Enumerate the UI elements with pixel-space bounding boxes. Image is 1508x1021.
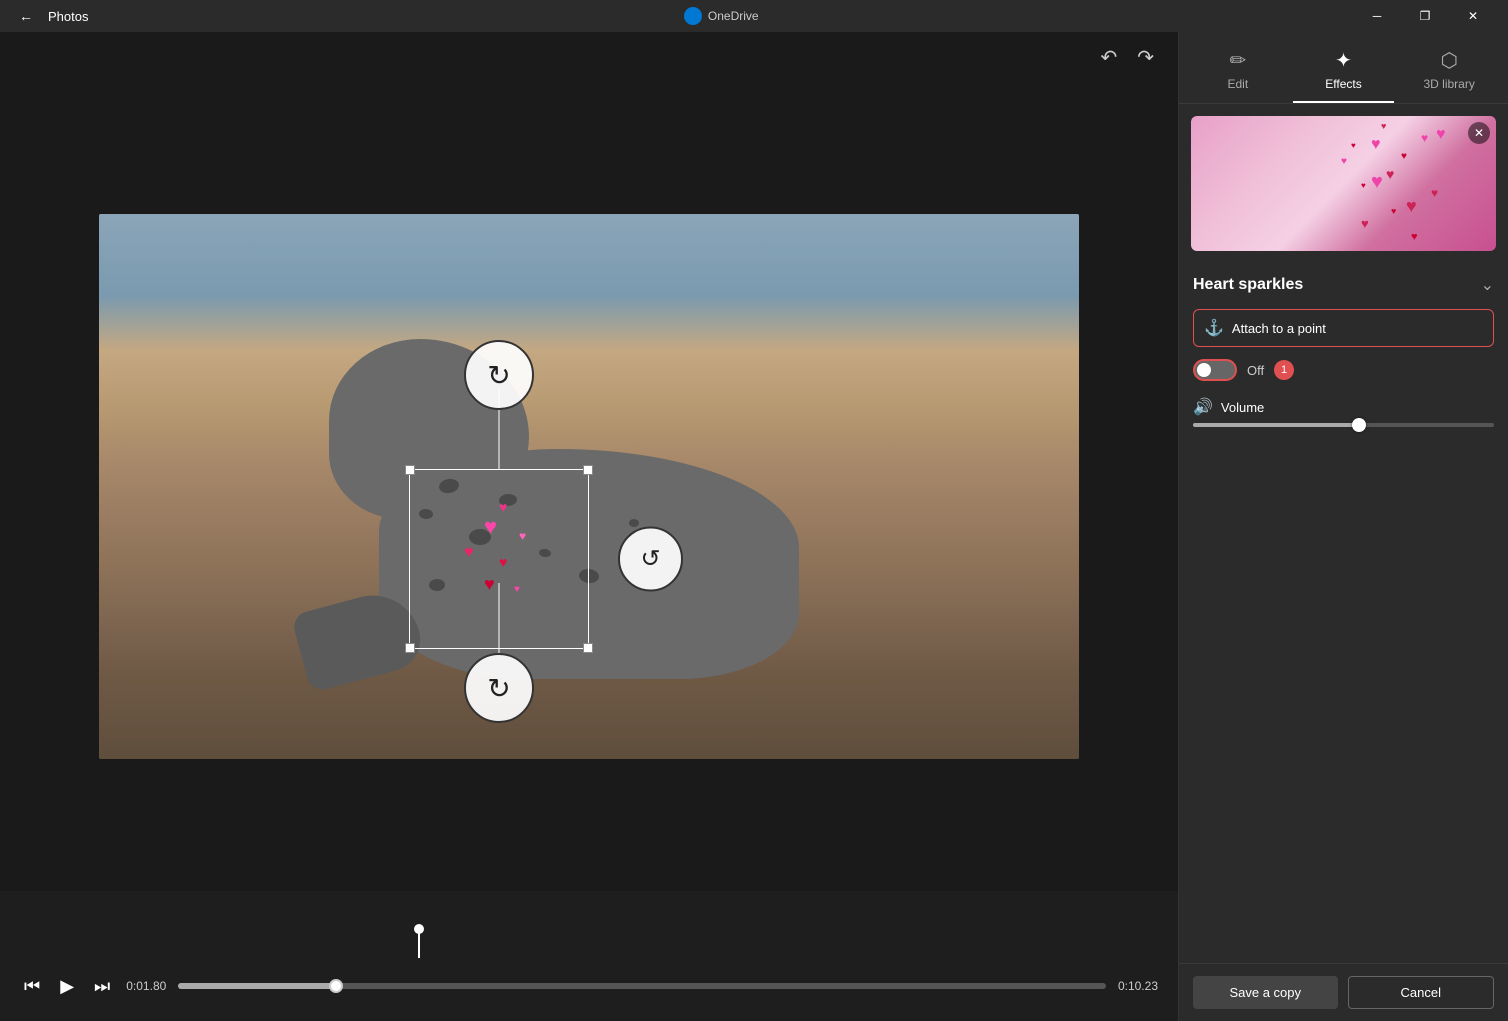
video-area: ↶ ↷ (0, 32, 1178, 1021)
back-button[interactable]: ← (12, 2, 40, 30)
effect-controls: Heart sparkles ⌄ ⚓ Attach to a point Off… (1179, 263, 1508, 439)
skip-back-button[interactable]: ⏮ (20, 972, 44, 1001)
handle-top-right[interactable] (583, 465, 593, 475)
attach-row[interactable]: ⚓ Attach to a point (1193, 309, 1494, 347)
playback-row: ⏮ ▶ ⏭ 0:01.80 0:10.23 (20, 966, 1158, 1006)
volume-slider[interactable] (1193, 423, 1494, 427)
effect-header: Heart sparkles ⌄ (1193, 275, 1494, 295)
restore-button[interactable]: ❐ (1402, 0, 1448, 32)
close-button[interactable]: ✕ (1450, 0, 1496, 32)
controls-area: ⏮ ▶ ⏭ 0:01.80 0:10.23 (0, 891, 1178, 1021)
handle-bottom-left[interactable] (405, 643, 415, 653)
total-time: 0:10.23 (1118, 979, 1158, 993)
rotate-handle-bottom[interactable]: ↻ (464, 653, 534, 723)
tab-3d-label: 3D library (1424, 77, 1475, 91)
effects-icon: ✦ (1335, 48, 1352, 73)
volume-label-row: 🔊 Volume (1193, 397, 1494, 417)
panel-footer: Save a copy Cancel (1179, 963, 1508, 1021)
bottom-line (499, 583, 500, 653)
next-frame-button[interactable]: ⏭ (90, 972, 114, 1001)
cancel-button[interactable]: Cancel (1348, 976, 1495, 1009)
progress-bar[interactable] (178, 983, 1106, 989)
volume-fill (1193, 423, 1359, 427)
tab-edit-label: Edit (1227, 77, 1248, 91)
effect-close-button[interactable]: ✕ (1468, 122, 1490, 144)
redo-button[interactable]: ↷ (1133, 41, 1158, 74)
edit-icon: ✏ (1229, 48, 1246, 73)
minimize-button[interactable]: ─ (1354, 0, 1400, 32)
tab-effects-label: Effects (1325, 77, 1361, 91)
timeline-marker (418, 930, 420, 958)
onedrive-icon (684, 7, 702, 25)
undo-button[interactable]: ↶ (1096, 41, 1121, 74)
progress-thumb[interactable] (329, 979, 343, 993)
timeline-strip[interactable] (20, 930, 1158, 958)
canvas-area: ♥ ♥ ♥ ♥ ♥ ♥ ♥ ↻ ↺ (0, 82, 1178, 891)
titlebar: ← Photos OneDrive ─ ❐ ✕ (0, 0, 1508, 32)
rotate-handle-top[interactable]: ↻ (464, 340, 534, 410)
toggle-row: Off 1 (1193, 359, 1494, 381)
volume-thumb[interactable] (1352, 418, 1366, 432)
right-panel: ✏ Edit ✦ Effects ⬡ 3D library ♥ ♥ ♥ ♥ ♥ … (1178, 32, 1508, 1021)
panel-tabs: ✏ Edit ✦ Effects ⬡ 3D library (1179, 32, 1508, 104)
volume-section: 🔊 Volume (1193, 397, 1494, 427)
tab-effects[interactable]: ✦ Effects (1293, 40, 1395, 103)
toggle-knob (1197, 363, 1211, 377)
onedrive-area: OneDrive (684, 7, 759, 25)
effect-name: Heart sparkles (1193, 276, 1303, 294)
main-layout: ↶ ↷ (0, 32, 1508, 1021)
play-button[interactable]: ▶ (56, 972, 78, 1001)
attach-label: Attach to a point (1232, 321, 1326, 336)
toggle-badge: 1 (1274, 360, 1294, 380)
tab-edit[interactable]: ✏ Edit (1187, 40, 1289, 103)
volume-label: Volume (1221, 400, 1264, 415)
selection-box[interactable]: ↻ ↺ ↻ (409, 469, 589, 649)
handle-bottom-right[interactable] (583, 643, 593, 653)
marker-head (414, 924, 424, 934)
toggle-switch[interactable] (1193, 359, 1237, 381)
onedrive-label: OneDrive (708, 9, 759, 23)
titlebar-left: ← Photos (12, 2, 88, 30)
toggle-label: Off (1247, 363, 1264, 378)
save-copy-button[interactable]: Save a copy (1193, 976, 1338, 1009)
flip-handle[interactable]: ↺ (618, 527, 683, 592)
anchor-icon: ⚓ (1204, 318, 1224, 338)
collapse-button[interactable]: ⌄ (1481, 275, 1494, 295)
progress-fill (178, 983, 336, 989)
tab-3d-library[interactable]: ⬡ 3D library (1398, 40, 1500, 103)
window-controls: ─ ❐ ✕ (1354, 0, 1496, 32)
effect-preview: ♥ ♥ ♥ ♥ ♥ ♥ ♥ ♥ ♥ ♥ ♥ ♥ ♥ ♥ ♥ (1191, 116, 1496, 251)
toolbar-row: ↶ ↷ (0, 32, 1178, 82)
volume-icon: 🔊 (1193, 397, 1213, 417)
current-time: 0:01.80 (126, 979, 166, 993)
handle-top-left[interactable] (405, 465, 415, 475)
effect-card: ♥ ♥ ♥ ♥ ♥ ♥ ♥ ♥ ♥ ♥ ♥ ♥ ♥ ♥ ♥ ✕ (1191, 116, 1496, 251)
app-title: Photos (48, 9, 88, 24)
video-canvas: ♥ ♥ ♥ ♥ ♥ ♥ ♥ ↻ ↺ (99, 214, 1079, 759)
3d-icon: ⬡ (1440, 48, 1457, 73)
